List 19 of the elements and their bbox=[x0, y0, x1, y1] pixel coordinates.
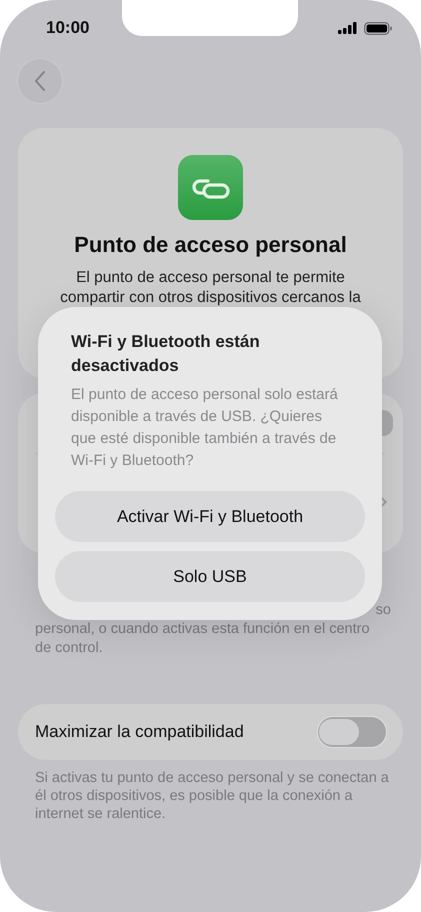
page-title: Punto de acceso personal bbox=[74, 232, 347, 258]
alert-button[interactable]: Solo USB bbox=[55, 551, 365, 602]
back-button[interactable] bbox=[17, 58, 63, 104]
description-text: compartir con otros dispositivos cercanos la bbox=[60, 288, 361, 308]
toggle-switch[interactable] bbox=[317, 716, 387, 748]
footer-text: personal, o cuando activas esta función en el centro bbox=[35, 620, 370, 639]
description-text: El punto de acceso personal te permite bbox=[76, 268, 345, 288]
status-time: 10:00 bbox=[46, 18, 90, 38]
alert-message: El punto de acceso personal solo estará disponible a través de USB. ¿Quieres que esté disponible también a través de Wi-Fi y Bluetooth? bbox=[70, 385, 339, 471]
alert-title: Wi-Fi y Bluetooth están desactivados bbox=[70, 331, 261, 377]
footer-text: so bbox=[376, 601, 391, 620]
footer-text: Si activas tu punto de acceso personal y se conectan a él otros dispositivos, es posible que la conexión a internet se ralentice. bbox=[34, 769, 390, 823]
chevron-left-icon bbox=[34, 71, 46, 91]
signal-icon bbox=[338, 22, 358, 34]
footer-text: de control. bbox=[35, 639, 103, 658]
link-icon bbox=[178, 155, 243, 220]
alert-button[interactable]: Activar Wi-Fi y Bluetooth bbox=[55, 491, 365, 542]
battery-icon bbox=[364, 22, 393, 34]
row-label: Maximizar la compatibilidad bbox=[35, 722, 244, 742]
